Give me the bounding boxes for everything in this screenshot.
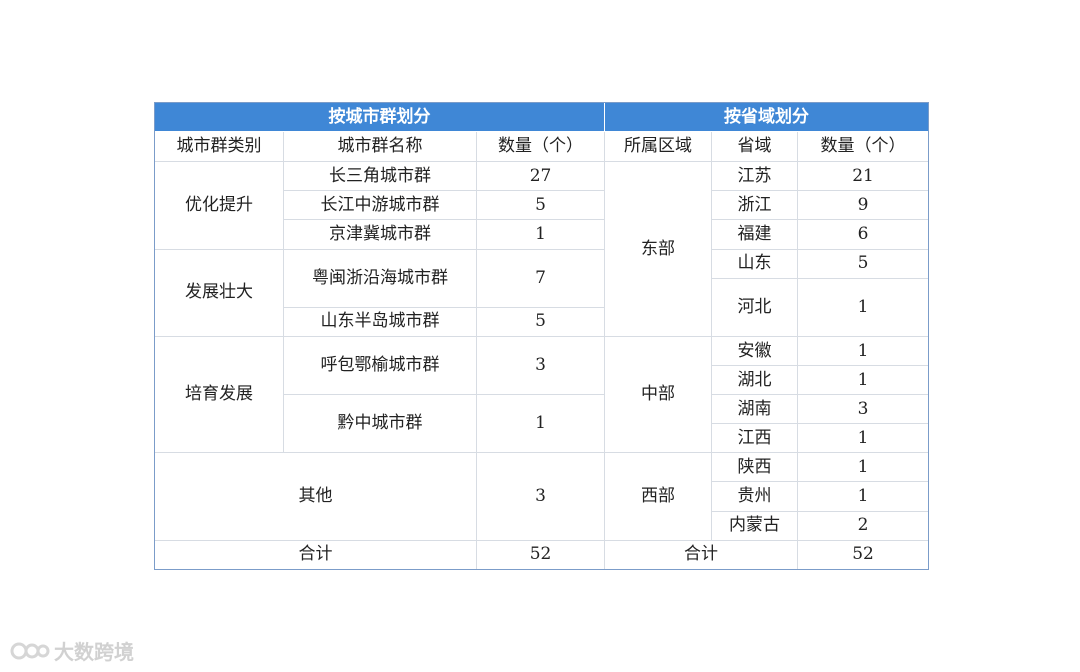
col-count-left: 数量（个） bbox=[475, 131, 606, 163]
cluster-count-cell: 1 bbox=[475, 219, 606, 250]
watermark-text: 大数跨境 bbox=[54, 640, 134, 664]
province-cell: 山东 bbox=[711, 248, 799, 279]
watermark: 大数跨境 bbox=[10, 636, 134, 665]
cluster-name-cell: 京津冀城市群 bbox=[283, 219, 477, 250]
province-count-cell: 1 bbox=[797, 277, 930, 337]
province-cell: 福建 bbox=[711, 219, 799, 250]
region-cell: 西部 bbox=[604, 452, 713, 541]
province-cell: 江苏 bbox=[711, 161, 799, 192]
col-count-right: 数量（个） bbox=[797, 131, 930, 163]
category-cell: 培育发展 bbox=[154, 335, 284, 454]
cluster-count-cell: 5 bbox=[475, 306, 606, 337]
cluster-count-cell: 7 bbox=[475, 248, 606, 308]
province-cell: 河北 bbox=[711, 277, 799, 337]
col-category: 城市群类别 bbox=[154, 131, 284, 163]
total-label-right: 合计 bbox=[604, 539, 799, 571]
category-cell: 发展壮大 bbox=[154, 248, 284, 337]
cluster-name-cell: 黔中城市群 bbox=[283, 394, 477, 454]
province-count-cell: 2 bbox=[797, 510, 930, 541]
province-cell: 江西 bbox=[711, 423, 799, 454]
province-count-cell: 1 bbox=[797, 423, 930, 454]
province-count-cell: 6 bbox=[797, 219, 930, 250]
province-count-cell: 1 bbox=[797, 481, 930, 512]
header-by-province: 按省域划分 bbox=[604, 101, 930, 133]
province-cell: 安徽 bbox=[711, 335, 799, 367]
province-count-cell: 5 bbox=[797, 248, 930, 279]
cluster-count-cell: 5 bbox=[475, 190, 606, 221]
col-province: 省域 bbox=[711, 131, 799, 163]
cluster-name-cell: 呼包鄂榆城市群 bbox=[283, 335, 477, 396]
region-cell: 中部 bbox=[604, 335, 713, 454]
total-label-left: 合计 bbox=[154, 539, 477, 571]
cluster-name-cell: 粤闽浙沿海城市群 bbox=[283, 248, 477, 308]
province-cell: 陕西 bbox=[711, 452, 799, 483]
cluster-count-cell: 3 bbox=[475, 335, 606, 396]
other-count-cell: 3 bbox=[475, 452, 606, 541]
other-label-cell: 其他 bbox=[154, 452, 477, 541]
province-count-cell: 1 bbox=[797, 452, 930, 483]
brand-logo-icon bbox=[10, 637, 50, 665]
province-cell: 浙江 bbox=[711, 190, 799, 221]
cluster-count-cell: 1 bbox=[475, 394, 606, 454]
total-count-left: 52 bbox=[475, 539, 606, 571]
province-count-cell: 9 bbox=[797, 190, 930, 221]
province-cell: 湖北 bbox=[711, 364, 799, 396]
city-cluster-table: 按城市群划分 按省域划分 城市群类别 城市群名称 数量（个） 所属区域 省域 数… bbox=[153, 101, 930, 571]
province-cell: 湖南 bbox=[711, 394, 799, 425]
province-count-cell: 1 bbox=[797, 364, 930, 396]
cluster-name-cell: 长江中游城市群 bbox=[283, 190, 477, 221]
col-cluster-name: 城市群名称 bbox=[283, 131, 477, 163]
province-count-cell: 3 bbox=[797, 394, 930, 425]
region-cell: 东部 bbox=[604, 161, 713, 337]
category-cell: 优化提升 bbox=[154, 161, 284, 250]
cluster-name-cell: 长三角城市群 bbox=[283, 161, 477, 192]
province-cell: 贵州 bbox=[711, 481, 799, 512]
cluster-count-cell: 27 bbox=[475, 161, 606, 192]
total-count-right: 52 bbox=[797, 539, 930, 571]
col-region: 所属区域 bbox=[604, 131, 713, 163]
header-by-city-cluster: 按城市群划分 bbox=[153, 101, 606, 133]
cluster-name-cell: 山东半岛城市群 bbox=[283, 306, 477, 337]
province-count-cell: 21 bbox=[797, 161, 930, 192]
province-cell: 内蒙古 bbox=[711, 510, 799, 541]
province-count-cell: 1 bbox=[797, 335, 930, 367]
